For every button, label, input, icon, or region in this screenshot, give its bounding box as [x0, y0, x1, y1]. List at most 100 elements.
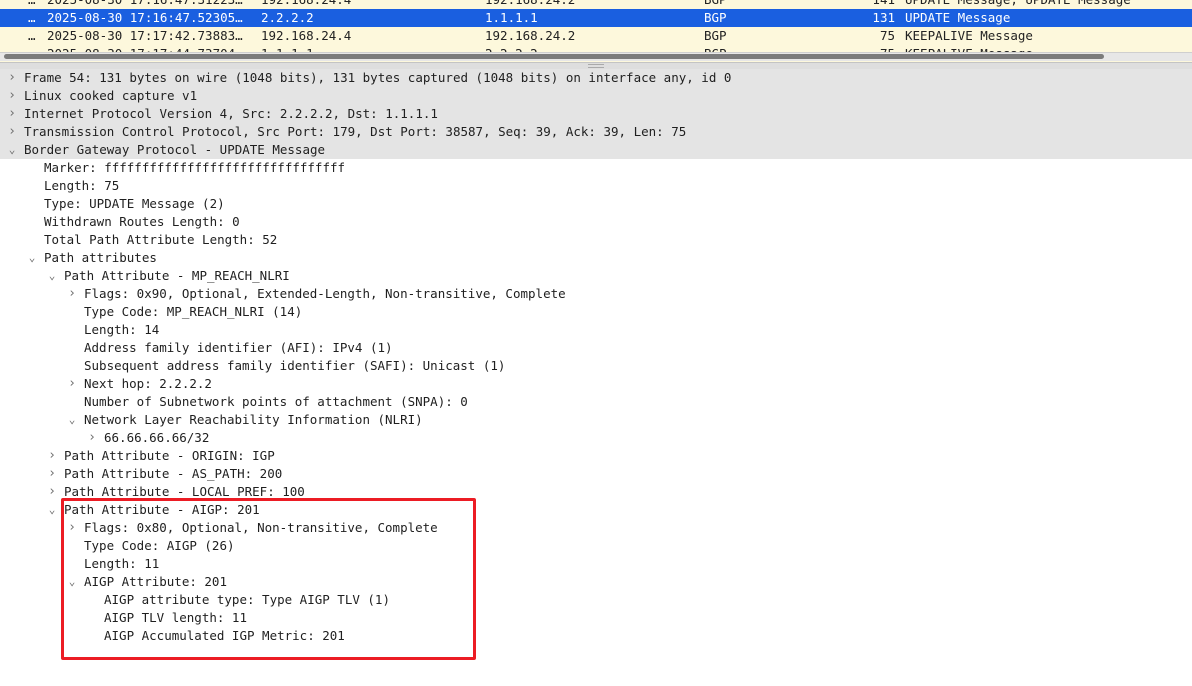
tree-row[interactable]: ⌄ Border Gateway Protocol - UPDATE Messag…: [0, 141, 1192, 159]
tree-row-label: Border Gateway Protocol - UPDATE Message: [24, 142, 326, 157]
chevron-right-icon[interactable]: ›: [46, 465, 58, 483]
tree-row[interactable]: Type Code: MP_REACH_NLRI (14): [0, 303, 1192, 321]
tree-row[interactable]: › Next hop: 2.2.2.2: [0, 375, 1192, 393]
packet-source: 192.168.24.4: [261, 28, 352, 43]
tree-row-label: Path Attribute - ORIGIN: IGP: [64, 448, 275, 463]
tree-row[interactable]: Subsequent address family identifier (SA…: [0, 357, 1192, 375]
tree-row[interactable]: AIGP Accumulated IGP Metric: 201: [0, 627, 1192, 645]
packet-row-selected[interactable]: … 2025-08-30 17:16:47.52305… 2.2.2.2 1.1…: [0, 9, 1192, 27]
packet-no: …: [28, 28, 36, 43]
chevron-right-icon[interactable]: ›: [66, 285, 78, 303]
packet-length: 131: [872, 10, 895, 25]
chevron-right-icon[interactable]: ›: [66, 519, 78, 537]
packet-list: … 2025-08-30 17:16:47.31223… 192.168.24.…: [0, 0, 1192, 62]
packet-no: …: [28, 10, 36, 25]
tree-row-label: Linux cooked capture v1: [24, 88, 198, 103]
tree-row[interactable]: ⌄ Path Attribute - MP_REACH_NLRI: [0, 267, 1192, 285]
tree-row[interactable]: Address family identifier (AFI): IPv4 (1…: [0, 339, 1192, 357]
chevron-down-icon[interactable]: ⌄: [66, 573, 78, 591]
chevron-right-icon[interactable]: ›: [46, 483, 58, 501]
packet-time: 2025-08-30 17:16:47.52305…: [47, 10, 243, 25]
tree-row-label: Withdrawn Routes Length: 0: [44, 214, 240, 229]
packet-destination: 192.168.24.2: [485, 0, 575, 9]
tree-row[interactable]: › Internet Protocol Version 4, Src: 2.2.2…: [0, 105, 1192, 123]
tree-row[interactable]: Withdrawn Routes Length: 0: [0, 213, 1192, 231]
tree-row-label: Type Code: AIGP (26): [84, 538, 235, 553]
tree-row-label: Path Attribute - AIGP: 201: [64, 502, 260, 517]
tree-row[interactable]: › Path Attribute - ORIGIN: IGP: [0, 447, 1192, 465]
chevron-right-icon[interactable]: ›: [6, 105, 18, 123]
tree-row-label: AIGP Accumulated IGP Metric: 201: [104, 628, 345, 643]
tree-row[interactable]: Total Path Attribute Length: 52: [0, 231, 1192, 249]
tree-row[interactable]: › Frame 54: 131 bytes on wire (1048 bits)…: [0, 69, 1192, 87]
chevron-right-icon[interactable]: ›: [46, 447, 58, 465]
chevron-right-icon[interactable]: ›: [86, 429, 98, 447]
chevron-down-icon[interactable]: ⌄: [6, 141, 18, 159]
tree-row[interactable]: Type Code: AIGP (26): [0, 537, 1192, 555]
packet-protocol: BGP: [704, 10, 727, 25]
packet-time: 2025-08-30 17:16:47.31223…: [47, 0, 243, 9]
chevron-right-icon[interactable]: ›: [6, 123, 18, 141]
tree-row[interactable]: Number of Subnetwork points of attachmen…: [0, 393, 1192, 411]
tree-row[interactable]: › Linux cooked capture v1: [0, 87, 1192, 105]
packet-info: UPDATE Message, UPDATE Message: [905, 0, 1131, 9]
tree-row[interactable]: Length: 14: [0, 321, 1192, 339]
tree-row[interactable]: ⌄ Path attributes: [0, 249, 1192, 267]
tree-row-label: Total Path Attribute Length: 52: [44, 232, 278, 247]
tree-row-label: Marker: ffffffffffffffffffffffffffffffff: [44, 160, 346, 175]
tree-row-label: Transmission Control Protocol, Src Port:…: [24, 124, 687, 139]
tree-row[interactable]: Length: 75: [0, 177, 1192, 195]
chevron-down-icon[interactable]: ⌄: [26, 249, 38, 267]
splitter-grip-icon: [588, 64, 604, 68]
packet-time: 2025-08-30 17:17:42.73883…: [47, 28, 243, 43]
packet-source: 192.168.24.4: [261, 0, 351, 9]
tree-row-label: Number of Subnetwork points of attachmen…: [84, 394, 468, 409]
tree-row[interactable]: ⌄ AIGP Attribute: 201: [0, 573, 1192, 591]
horizontal-scrollbar[interactable]: [0, 52, 1192, 61]
tree-row-label: AIGP attribute type: Type AIGP TLV (1): [104, 592, 390, 607]
tree-row-label: Path Attribute - LOCAL_PREF: 100: [64, 484, 305, 499]
packet-source: 2.2.2.2: [261, 10, 314, 25]
packet-protocol: BGP: [704, 0, 727, 9]
scrollbar-thumb[interactable]: [4, 54, 1104, 59]
tree-row-label: Frame 54: 131 bytes on wire (1048 bits),…: [24, 70, 732, 85]
tree-row[interactable]: › Path Attribute - LOCAL_PREF: 100: [0, 483, 1192, 501]
tree-row-label: Type: UPDATE Message (2): [44, 196, 225, 211]
tree-row-label: Path attributes: [44, 250, 157, 265]
tree-row[interactable]: Length: 11: [0, 555, 1192, 573]
packet-length: 75: [879, 28, 895, 43]
packet-details-tree: › Frame 54: 131 bytes on wire (1048 bits)…: [0, 69, 1192, 686]
tree-row-label: Next hop: 2.2.2.2: [84, 376, 212, 391]
chevron-down-icon[interactable]: ⌄: [46, 501, 58, 519]
tree-row[interactable]: ⌄ Network Layer Reachability Information …: [0, 411, 1192, 429]
tree-row-label: Subsequent address family identifier (SA…: [84, 358, 506, 373]
chevron-down-icon[interactable]: ⌄: [46, 267, 58, 285]
tree-row[interactable]: › 66.66.66.66/32: [0, 429, 1192, 447]
tree-row-label: Flags: 0x90, Optional, Extended-Length, …: [84, 286, 566, 301]
chevron-right-icon[interactable]: ›: [6, 69, 18, 87]
packet-row[interactable]: … 2025-08-30 17:17:42.73883… 192.168.24.…: [0, 27, 1192, 45]
tree-row[interactable]: Marker: ffffffffffffffffffffffffffffffff: [0, 159, 1192, 177]
tree-row-label: Length: 75: [44, 178, 120, 193]
chevron-down-icon[interactable]: ⌄: [66, 411, 78, 429]
tree-row-label: Path Attribute - MP_REACH_NLRI: [64, 268, 290, 283]
packet-protocol: BGP: [704, 28, 727, 43]
tree-row[interactable]: › Flags: 0x80, Optional, Non-transitive, …: [0, 519, 1192, 537]
tree-row[interactable]: AIGP attribute type: Type AIGP TLV (1): [0, 591, 1192, 609]
tree-row-label: Path Attribute - AS_PATH: 200: [64, 466, 283, 481]
tree-row-label: Internet Protocol Version 4, Src: 2.2.2.…: [24, 106, 438, 121]
tree-row-label: Network Layer Reachability Information (…: [84, 412, 423, 427]
packet-destination: 1.1.1.1: [485, 10, 538, 25]
tree-row[interactable]: › Flags: 0x90, Optional, Extended-Length,…: [0, 285, 1192, 303]
chevron-right-icon[interactable]: ›: [6, 87, 18, 105]
packet-length: 141: [843, 0, 895, 9]
tree-row[interactable]: › Transmission Control Protocol, Src Port…: [0, 123, 1192, 141]
tree-row[interactable]: ⌄ Path Attribute - AIGP: 201: [0, 501, 1192, 519]
tree-row[interactable]: AIGP TLV length: 11: [0, 609, 1192, 627]
tree-row[interactable]: › Path Attribute - AS_PATH: 200: [0, 465, 1192, 483]
tree-row-label: Address family identifier (AFI): IPv4 (1…: [84, 340, 393, 355]
packet-row[interactable]: … 2025-08-30 17:16:47.31223… 192.168.24.…: [0, 0, 1192, 9]
tree-row-label: Length: 14: [84, 322, 160, 337]
tree-row[interactable]: Type: UPDATE Message (2): [0, 195, 1192, 213]
chevron-right-icon[interactable]: ›: [66, 375, 78, 393]
